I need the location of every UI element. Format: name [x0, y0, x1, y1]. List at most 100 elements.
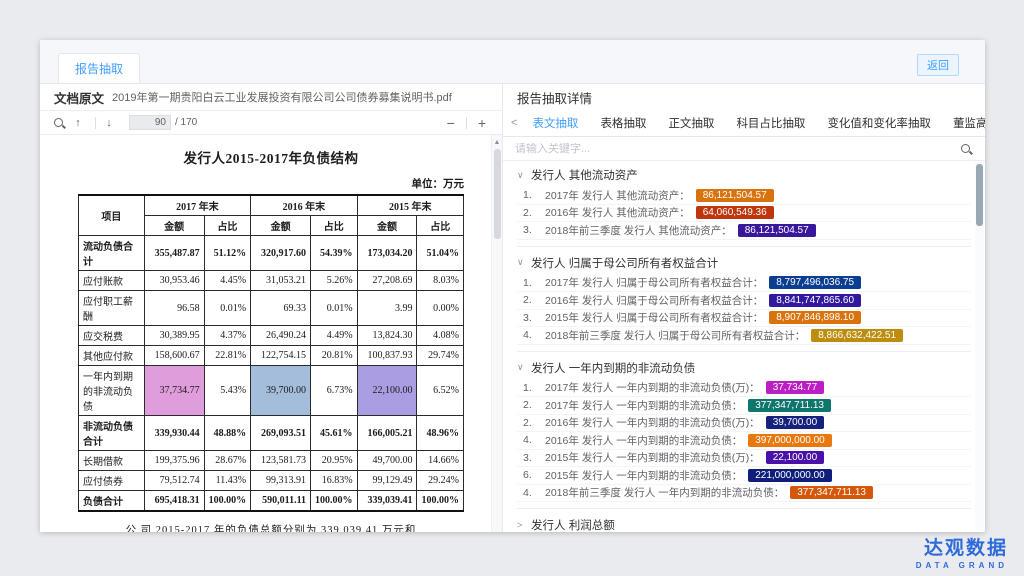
row-label: 负债合计 [79, 491, 145, 512]
ratio-2017: 4.45% [204, 271, 251, 291]
extraction-item: 3. 2015年 发行人 一年内到期的非流动负债(万)： 22,100.00 [517, 450, 971, 468]
extracted-value-badge[interactable]: 37,734.77 [766, 381, 825, 394]
extracted-value-badge[interactable]: 377,347,711.13 [748, 399, 831, 412]
tab-change-value-rate-extraction[interactable]: 变化值和变化率抽取 [816, 115, 942, 131]
ratio-2016: 100.00% [311, 491, 358, 512]
item-number: 2. [523, 294, 545, 306]
extraction-list-scrollbar[interactable] [975, 162, 984, 531]
table-row: 应付账款 30,953.46 4.45% 31,053.21 5.26% 27,… [79, 271, 464, 291]
amount-2016: 123,581.73 [251, 451, 311, 471]
pdf-unit-label: 单位：万元 [78, 176, 464, 191]
extraction-item: 1. 2017年 发行人 其他流动资产： 86,121,504.57 [517, 187, 971, 205]
back-button[interactable]: 返回 [917, 54, 959, 76]
search-icon[interactable] [50, 115, 66, 131]
toolbar-divider [95, 117, 96, 129]
section-title: 发行人 其他流动资产 [531, 167, 638, 183]
tab-table-extraction[interactable]: 表格抽取 [589, 115, 657, 131]
extraction-item: 3. 2018年前三季度 发行人 其他流动资产： 86,121,504.57 [517, 222, 971, 240]
extracted-value-badge[interactable]: 86,121,504.57 [738, 224, 816, 237]
tab-report-extraction[interactable]: 报告抽取 [58, 53, 140, 83]
amount-2017: 96.58 [144, 291, 204, 326]
tab-executives-age-extraction[interactable]: 董监高年龄抽取 [942, 115, 985, 131]
extraction-item: 4. 2016年 发行人 一年内到期的非流动负债： 397,000,000.00 [517, 432, 971, 450]
table-row: 流动负债合计 355,487.87 51.12% 320,917.60 54.3… [79, 236, 464, 271]
extracted-value-badge[interactable]: 39,700.00 [766, 416, 825, 429]
extracted-value-badge[interactable]: 8,866,632,422.51 [811, 329, 903, 342]
extraction-item: 4. 2018年前三季度 发行人 归属于母公司所有者权益合计： 8,866,63… [517, 327, 971, 345]
extracted-value-badge[interactable]: 64,060,549.36 [696, 206, 774, 219]
extraction-item: 2. 2016年 发行人 一年内到期的非流动负债(万)： 39,700.00 [517, 415, 971, 433]
document-filename: 2019年第一期贵阳白云工业发展投资有限公司公司债券募集说明书.pdf [112, 89, 452, 105]
item-label: 2016年 发行人 其他流动资产： [545, 205, 690, 220]
keyword-search-input[interactable] [515, 143, 957, 155]
header-year-2015: 2015 年末 [357, 195, 463, 216]
keyword-search-bar [503, 137, 985, 161]
header-year-2016: 2016 年末 [251, 195, 357, 216]
section-header[interactable]: ∨ 发行人 一年内到期的非流动负债 [517, 356, 971, 380]
extracted-value-badge[interactable]: 8,797,496,036.75 [769, 276, 861, 289]
row-label: 应付债券 [79, 471, 145, 491]
section-header[interactable]: ∨ 发行人 归属于母公司所有者权益合计 [517, 251, 971, 275]
header-ratio: 占比 [204, 216, 251, 236]
amount-2017: 355,487.87 [144, 236, 204, 271]
extracted-value-badge[interactable]: 22,100.00 [766, 451, 825, 464]
amount-2017: 37,734.77 [144, 366, 204, 416]
amount-2015: 49,700.00 [357, 451, 417, 471]
amount-2016: 590,011.11 [251, 491, 311, 512]
scrollbar-thumb[interactable] [976, 164, 983, 226]
item-number: 2. [523, 417, 545, 429]
table-row: 其他应付款 158,600.67 22.81% 122,754.15 20.81… [79, 346, 464, 366]
extracted-value-badge[interactable]: 397,000,000.00 [748, 434, 832, 447]
extracted-value-badge[interactable]: 8,841,747,865.60 [769, 294, 861, 307]
ratio-2015: 6.52% [417, 366, 464, 416]
section-header[interactable]: > 发行人 利润总额 [517, 513, 971, 532]
extraction-panel-title: 报告抽取详情 [503, 84, 985, 110]
header-amount: 金额 [251, 216, 311, 236]
ratio-2015: 51.04% [417, 236, 464, 271]
pdf-viewport[interactable]: 发行人2015-2017年负债结构 单位：万元 项目 2017 年末 2016 … [40, 135, 502, 532]
search-icon[interactable] [957, 141, 973, 157]
table-row: 长期借款 199,375.96 28.67% 123,581.73 20.95%… [79, 451, 464, 471]
zoom-in-button[interactable]: + [472, 115, 492, 131]
item-label: 2017年 发行人 归属于母公司所有者权益合计： [545, 275, 763, 290]
zoom-out-button[interactable]: − [441, 115, 461, 131]
tab-table-text-extraction[interactable]: 表文抽取 [521, 115, 589, 131]
ratio-2015: 29.24% [417, 471, 464, 491]
item-label: 2018年前三季度 发行人 一年内到期的非流动负债： [545, 485, 784, 500]
item-label: 2018年前三季度 发行人 归属于母公司所有者权益合计： [545, 328, 805, 343]
extracted-value-badge[interactable]: 86,121,504.57 [696, 189, 774, 202]
ratio-2017: 11.43% [204, 471, 251, 491]
pdf-scrollbar-thumb[interactable] [494, 149, 501, 239]
ratio-2017: 28.67% [204, 451, 251, 471]
header-amount: 金额 [144, 216, 204, 236]
extraction-tabbar: < 表文抽取 表格抽取 正文抽取 科目占比抽取 变化值和变化率抽取 董监高年龄抽… [503, 110, 985, 137]
section-header[interactable]: ∨ 发行人 其他流动资产 [517, 163, 971, 187]
tab-body-text-extraction[interactable]: 正文抽取 [657, 115, 725, 131]
scroll-up-icon[interactable]: ▲ [492, 136, 502, 148]
item-label: 2018年前三季度 发行人 其他流动资产： [545, 223, 732, 238]
extracted-value-badge[interactable]: 221,000,000.00 [748, 469, 832, 482]
amount-2015: 27,208.69 [357, 271, 417, 291]
extraction-item: 2. 2016年 发行人 归属于母公司所有者权益合计： 8,841,747,86… [517, 292, 971, 310]
header-ratio: 占比 [311, 216, 358, 236]
pdf-scrollbar[interactable]: ▲ [491, 135, 502, 532]
table-row: 应付职工薪酬 96.58 0.01% 69.33 0.01% 3.99 0.00… [79, 291, 464, 326]
page-up-icon[interactable]: ↑ [70, 115, 86, 131]
item-number: 1. [523, 277, 545, 289]
page-number-input[interactable] [129, 115, 171, 130]
tab-subject-ratio-extraction[interactable]: 科目占比抽取 [725, 115, 816, 131]
pdf-toolbar: ↑ ↓ / 170 − + [40, 111, 502, 135]
page-down-icon[interactable]: ↓ [101, 115, 117, 131]
section-title: 发行人 利润总额 [531, 517, 615, 532]
table-header-row: 项目 2017 年末 2016 年末 2015 年末 [79, 195, 464, 216]
amount-2016: 99,313.91 [251, 471, 311, 491]
row-label: 应付职工薪酬 [79, 291, 145, 326]
extracted-value-badge[interactable]: 8,907,846,898.10 [769, 311, 861, 324]
amount-2017: 199,375.96 [144, 451, 204, 471]
table-row: 一年内到期的非流动负债 37,734.77 5.43% 39,700.00 6.… [79, 366, 464, 416]
extracted-value-badge[interactable]: 377,347,711.13 [790, 486, 873, 499]
amount-2016: 320,917.60 [251, 236, 311, 271]
ratio-2015: 29.74% [417, 346, 464, 366]
ratio-2017: 100.00% [204, 491, 251, 512]
tabs-scroll-left-icon[interactable]: < [507, 117, 521, 129]
